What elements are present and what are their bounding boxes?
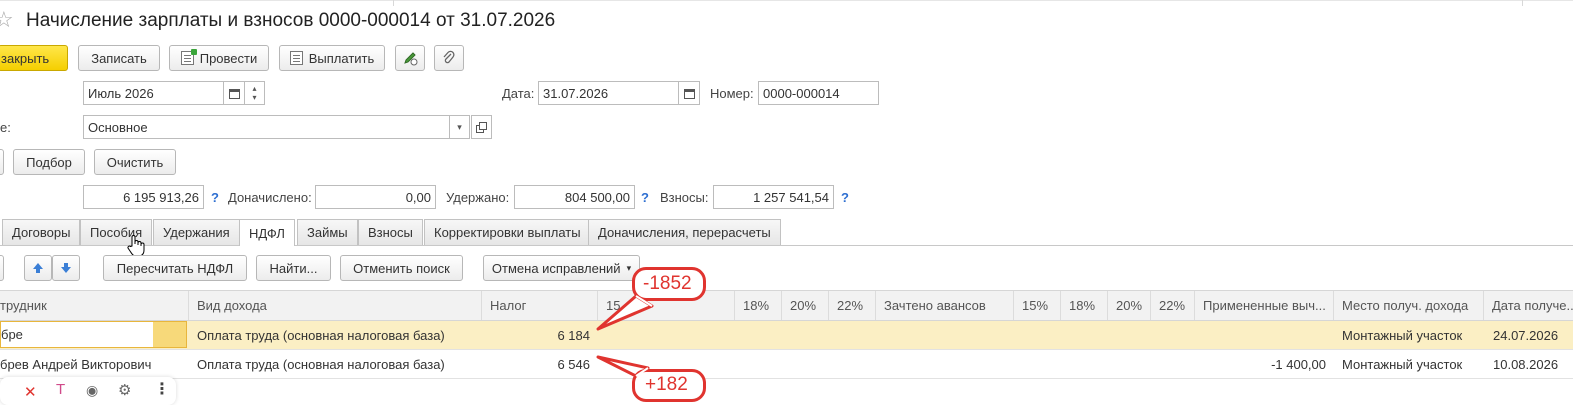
- callout-top-text: -1852: [643, 273, 692, 294]
- callout-bottom-text: +182: [645, 374, 688, 395]
- annotation-joins: [635, 295, 653, 377]
